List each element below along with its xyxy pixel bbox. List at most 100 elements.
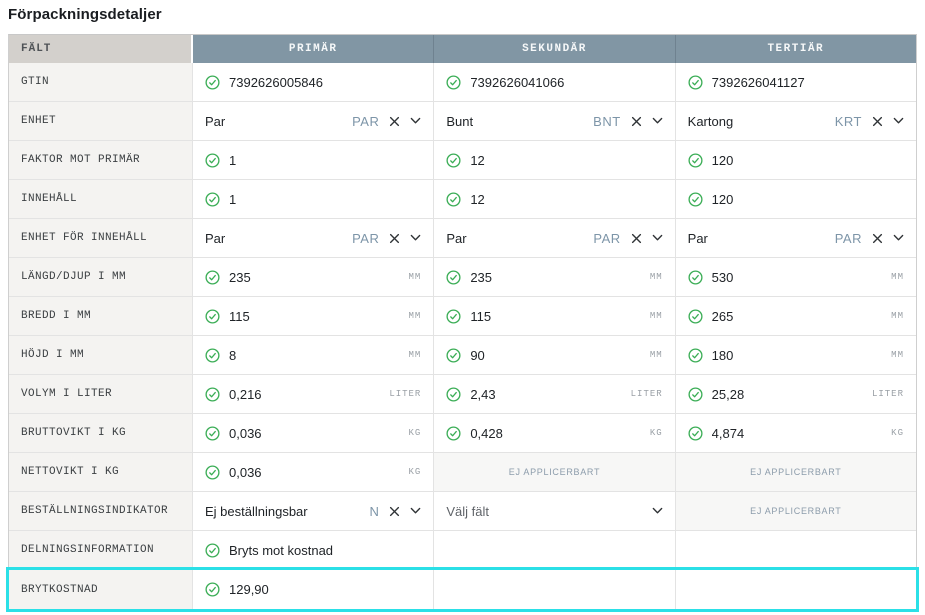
- selected-unit-label: Kartong: [687, 113, 734, 129]
- clear-icon[interactable]: [389, 233, 400, 244]
- check-circle-icon: [688, 269, 703, 285]
- check-circle-icon: [205, 582, 220, 597]
- dropdown-cell[interactable]: Välj fält: [434, 492, 676, 531]
- field-value: 4,874: [711, 425, 745, 441]
- field-value-cell[interactable]: 7392626041127: [675, 63, 916, 102]
- field-value-cell[interactable]: 115 MM: [193, 297, 435, 336]
- page-title: Förpackningsdetaljer: [8, 6, 162, 23]
- chevron-down-icon[interactable]: [652, 507, 663, 515]
- field-value: 120: [711, 152, 734, 168]
- row-label: ENHET FÖR INNEHÅLL: [9, 219, 193, 258]
- unit-suffix-label: LITER: [389, 389, 422, 399]
- table-row-highlighted: BRYTKOSTNAD 129,90: [6, 567, 919, 612]
- table-row: ENHET FÖR INNEHÅLL Par PAR Par PAR Par PAR: [9, 219, 916, 258]
- chevron-down-icon[interactable]: [410, 507, 421, 515]
- unit-select-cell[interactable]: Par PAR: [675, 219, 916, 258]
- dropdown-placeholder: Välj fält: [446, 503, 489, 519]
- field-value-cell[interactable]: 120: [675, 141, 916, 180]
- field-value-cell[interactable]: Bryts mot kostnad: [193, 531, 435, 570]
- chevron-down-icon[interactable]: [410, 117, 421, 125]
- clear-icon[interactable]: [631, 233, 642, 244]
- unit-select-cell[interactable]: Ej beställningsbar N: [193, 492, 435, 531]
- field-value: 115: [470, 308, 492, 324]
- check-circle-icon: [688, 386, 703, 402]
- field-value-cell[interactable]: 1: [193, 141, 435, 180]
- clear-icon[interactable]: [389, 506, 400, 517]
- unit-select-cell[interactable]: Par PAR: [434, 219, 676, 258]
- column-header-sekundar: SEKUNDÄR: [434, 35, 676, 63]
- row-label: BRUTTOVIKT I KG: [9, 414, 193, 453]
- field-value-cell[interactable]: 2,43 LITER: [434, 375, 676, 414]
- field-value-cell[interactable]: 0,036 KG: [193, 414, 435, 453]
- table-row: NETTOVIKT I KG 0,036 KG EJ APPLICERBART EJ A…: [9, 453, 916, 492]
- row-label: BRYTKOSTNAD: [9, 570, 193, 609]
- unit-suffix-label: MM: [408, 350, 422, 360]
- clear-icon[interactable]: [631, 116, 642, 127]
- unit-suffix-label: MM: [891, 272, 904, 282]
- chevron-down-icon[interactable]: [893, 117, 904, 125]
- unit-suffix-label: MM: [649, 311, 663, 321]
- check-circle-icon: [446, 308, 461, 324]
- check-circle-icon: [205, 269, 220, 285]
- check-circle-icon: [205, 386, 220, 402]
- not-applicable-cell: EJ APPLICERBART: [434, 453, 676, 492]
- field-value: 180: [711, 347, 734, 363]
- check-circle-icon: [446, 269, 461, 285]
- field-value-cell[interactable]: 120: [675, 180, 916, 219]
- field-value-cell[interactable]: 12: [434, 141, 676, 180]
- row-label: FAKTOR MOT PRIMÄR: [9, 141, 193, 180]
- unit-select-cell[interactable]: Par PAR: [193, 102, 435, 141]
- field-value-cell[interactable]: 90 MM: [434, 336, 676, 375]
- field-value: 1: [229, 152, 237, 168]
- field-value-cell[interactable]: 12: [434, 180, 676, 219]
- field-value-cell[interactable]: 530 MM: [675, 258, 916, 297]
- field-value: 7392626005846: [229, 74, 323, 90]
- chevron-down-icon[interactable]: [410, 234, 421, 242]
- unit-code: PAR: [352, 113, 380, 129]
- field-value-cell[interactable]: 0,428 KG: [434, 414, 676, 453]
- field-value-cell[interactable]: 0,036 KG: [193, 453, 435, 492]
- field-value: 1: [229, 191, 237, 207]
- field-value: 7392626041066: [470, 74, 565, 90]
- chevron-down-icon[interactable]: [893, 234, 904, 242]
- field-value-cell[interactable]: 235 MM: [193, 258, 435, 297]
- column-header-primar: PRIMÄR: [193, 35, 435, 63]
- chevron-down-icon[interactable]: [652, 234, 663, 242]
- chevron-down-icon[interactable]: [652, 117, 663, 125]
- field-value-cell[interactable]: 7392626005846: [193, 63, 435, 102]
- field-value-cell[interactable]: 115 MM: [434, 297, 676, 336]
- clear-icon[interactable]: [872, 116, 883, 127]
- field-value-cell[interactable]: 25,28 LITER: [675, 375, 916, 414]
- field-value: 530: [711, 269, 734, 285]
- selected-unit-label: Par: [205, 113, 226, 129]
- unit-suffix-label: KG: [408, 428, 422, 438]
- unit-select-cell[interactable]: Kartong KRT: [675, 102, 916, 141]
- unit-select-controls: PAR: [352, 114, 421, 129]
- packaging-details-table: FÄLT PRIMÄR SEKUNDÄR TERTIÄR GTIN 7392626005…: [6, 34, 919, 612]
- field-value-cell[interactable]: 7392626041066: [434, 63, 676, 102]
- field-value-cell[interactable]: 0,216 LITER: [193, 375, 435, 414]
- field-value-cell[interactable]: 129,90: [193, 570, 435, 609]
- packaging-details-panel: Förpackningsdetaljer FÄLT PRIMÄR SEKUNDÄR T…: [0, 0, 925, 612]
- field-value-cell[interactable]: 1: [193, 180, 435, 219]
- unit-suffix-label: MM: [649, 272, 663, 282]
- field-value-cell[interactable]: 4,874 KG: [675, 414, 916, 453]
- clear-icon[interactable]: [872, 233, 883, 244]
- unit-suffix-label: KG: [408, 467, 422, 477]
- unit-select-cell[interactable]: Par PAR: [193, 219, 435, 258]
- field-value-cell[interactable]: 8 MM: [193, 336, 435, 375]
- field-value: 2,43: [470, 386, 496, 402]
- not-applicable-cell: EJ APPLICERBART: [675, 453, 916, 492]
- field-value-cell[interactable]: 265 MM: [675, 297, 916, 336]
- unit-select-cell[interactable]: Bunt BNT: [434, 102, 676, 141]
- field-value-cell[interactable]: 180 MM: [675, 336, 916, 375]
- clear-icon[interactable]: [389, 116, 400, 127]
- unit-suffix-label: LITER: [630, 389, 663, 399]
- row-label: DELNINGSINFORMATION: [9, 531, 193, 570]
- unit-select-controls: KRT: [835, 114, 904, 129]
- field-value-cell[interactable]: 235 MM: [434, 258, 676, 297]
- check-circle-icon: [688, 74, 703, 90]
- unit-select-controls: PAR: [593, 231, 662, 246]
- field-value: Bryts mot kostnad: [229, 542, 334, 558]
- check-circle-icon: [446, 191, 461, 207]
